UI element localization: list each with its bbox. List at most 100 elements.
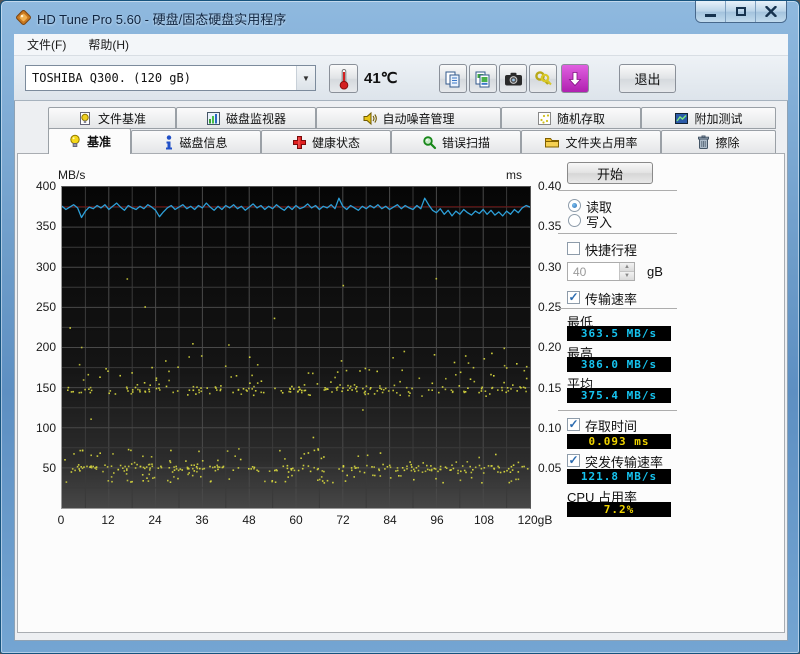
error-scan-icon	[423, 135, 437, 149]
y-tick: 250	[35, 300, 56, 314]
x-tick: 108	[473, 513, 495, 527]
right-axis-title: ms	[506, 168, 522, 182]
divider	[558, 308, 677, 309]
y-tick: 100	[35, 421, 56, 435]
max-value: 386.0 MB/s	[567, 357, 671, 372]
copy-text-icon	[445, 71, 460, 87]
x-tick: 96	[430, 513, 444, 527]
tab-disk-monitor[interactable]: 磁盘监视器	[176, 107, 316, 129]
write-label[interactable]: 写入	[586, 212, 612, 231]
tab-extra-tests[interactable]: 附加测试	[641, 107, 776, 129]
menu-help[interactable]: 帮助(H)	[79, 33, 138, 56]
stepper-arrows[interactable]: ▲ ▼	[619, 263, 634, 280]
title-bar[interactable]: HD Tune Pro 5.60 - 硬盘/固态硬盘实用程序	[1, 1, 799, 34]
tab-label: 健康状态	[311, 135, 360, 150]
disk-monitor-icon	[206, 111, 220, 125]
window-controls	[695, 1, 787, 23]
close-icon	[765, 6, 777, 17]
save-results-button[interactable]	[561, 64, 589, 93]
tab-health[interactable]: 健康状态	[261, 130, 391, 153]
copy-image-icon	[475, 71, 490, 87]
stroke-unit-label: gB	[647, 264, 663, 279]
divider	[558, 233, 677, 234]
tab-error-scan[interactable]: 错误扫描	[391, 130, 521, 153]
divider	[558, 190, 677, 191]
stroke-size-stepper[interactable]: 40 ▲ ▼	[567, 262, 635, 281]
short-stroke-label[interactable]: 快捷行程	[585, 240, 637, 259]
close-button[interactable]	[756, 1, 786, 22]
temperature-value: 41℃	[364, 70, 398, 87]
burst-rate-checkbox[interactable]	[567, 454, 580, 467]
access-time-checkbox[interactable]	[567, 418, 580, 431]
tab-benchmark[interactable]: 基准	[48, 128, 131, 154]
screenshot-button[interactable]	[499, 64, 527, 93]
maximize-icon	[735, 7, 746, 16]
options-button[interactable]	[529, 64, 557, 93]
start-button[interactable]: 开始	[567, 162, 653, 184]
y-tick: 300	[35, 260, 56, 274]
y-tick: 350	[35, 219, 56, 233]
minimize-icon	[705, 14, 716, 17]
aam-icon	[363, 111, 378, 125]
tab-erase[interactable]: 擦除	[661, 130, 776, 153]
x-tick: 24	[148, 513, 162, 527]
step-down-icon[interactable]: ▼	[620, 272, 634, 280]
folder-usage-icon	[545, 138, 560, 148]
start-label: 开始	[596, 166, 623, 182]
drive-select[interactable]: TOSHIBA Q300. (120 gB) ▼	[25, 65, 316, 91]
tab-disk-info[interactable]: 磁盘信息	[131, 130, 261, 153]
x-tick: 72	[336, 513, 350, 527]
x-tick: 36	[195, 513, 209, 527]
burst-rate-value: 121.8 MB/s	[567, 469, 671, 484]
window-title: HD Tune Pro 5.60 - 硬盘/固态硬盘实用程序	[37, 12, 287, 27]
tab-label: 自动噪音管理	[382, 111, 455, 126]
tab-label: 随机存取	[556, 111, 605, 126]
tab-label: 磁盘监视器	[225, 111, 286, 126]
erase-icon	[698, 135, 710, 149]
tab-label: 错误扫描	[441, 135, 490, 150]
y-tick: 400	[35, 179, 56, 193]
x-tick: 12	[101, 513, 115, 527]
copy-text-button[interactable]	[439, 64, 467, 93]
tab-folder-usage[interactable]: 文件夹占用率	[521, 130, 661, 153]
save-results-icon	[568, 71, 582, 86]
copy-image-button[interactable]	[469, 64, 497, 93]
file-benchmark-icon	[79, 111, 90, 125]
temperature-button[interactable]	[329, 64, 358, 93]
tab-label: 文件夹占用率	[565, 135, 638, 150]
step-up-icon[interactable]: ▲	[620, 263, 634, 272]
benchmark-chart	[61, 186, 531, 509]
thermometer-icon	[339, 68, 348, 90]
cpu-usage-value: 7.2%	[567, 502, 671, 517]
short-stroke-checkbox[interactable]	[567, 242, 580, 255]
maximize-button[interactable]	[726, 1, 756, 22]
exit-label: 退出	[634, 72, 661, 87]
tab-label: 附加测试	[694, 111, 743, 126]
options-keys-icon	[534, 70, 552, 85]
benchmark-icon	[70, 134, 80, 147]
minimize-button[interactable]	[696, 1, 726, 22]
tab-label: 擦除	[715, 135, 740, 150]
tab-aam[interactable]: 自动噪音管理	[316, 107, 501, 129]
read-radio[interactable]	[568, 199, 581, 212]
transfer-rate-label[interactable]: 传输速率	[585, 289, 637, 308]
y-tick: 200	[35, 340, 56, 354]
exit-button[interactable]: 退出	[619, 64, 676, 93]
y-tick: 50	[42, 461, 56, 475]
write-radio[interactable]	[568, 214, 581, 227]
x-tick: 84	[383, 513, 397, 527]
disk-info-icon	[166, 134, 173, 149]
divider	[558, 410, 677, 411]
transfer-rate-checkbox[interactable]	[567, 291, 580, 304]
tab-random-access[interactable]: 随机存取	[501, 107, 641, 129]
tab-label: 磁盘信息	[179, 135, 228, 150]
menu-file[interactable]: 文件(F)	[18, 33, 75, 56]
chart-canvas	[61, 187, 531, 508]
access-time-label[interactable]: 存取时间	[585, 416, 637, 435]
tab-file-benchmark[interactable]: 文件基准	[48, 107, 176, 129]
left-axis-title: MB/s	[58, 168, 86, 182]
menu-bar: 文件(F) 帮助(H)	[14, 34, 788, 56]
application-window: HD Tune Pro 5.60 - 硬盘/固态硬盘实用程序 文件(F) 帮助(…	[0, 0, 800, 654]
x-tick: 48	[242, 513, 256, 527]
chevron-down-icon[interactable]: ▼	[296, 66, 315, 90]
